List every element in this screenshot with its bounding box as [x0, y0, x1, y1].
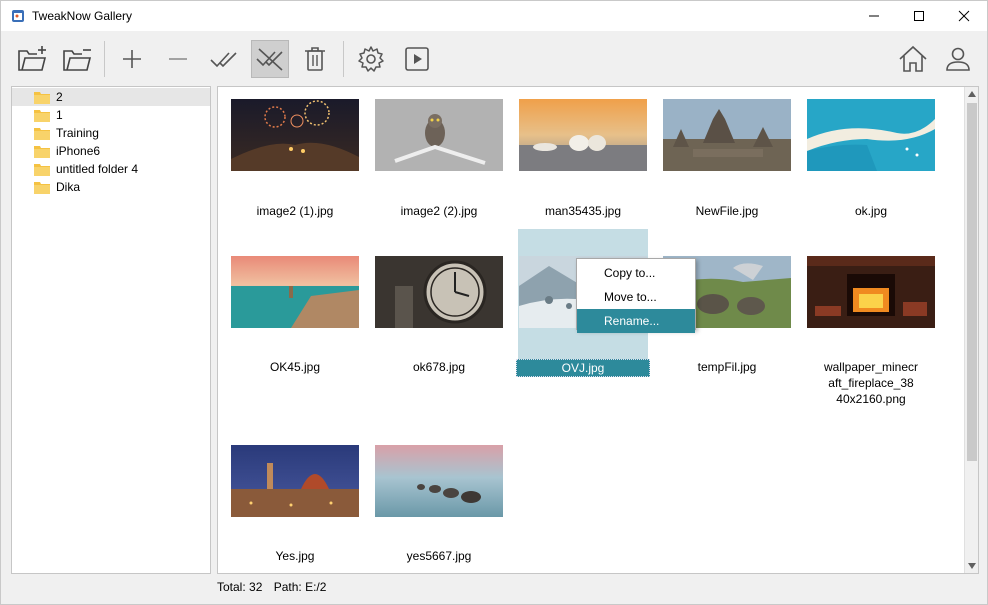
tree-item[interactable]: iPhone6 — [12, 142, 210, 160]
scroll-down-icon — [968, 563, 976, 569]
user-icon — [946, 47, 970, 71]
scroll-up-icon — [968, 91, 976, 97]
thumbnail-temple[interactable] — [663, 99, 791, 171]
add-button[interactable] — [113, 40, 151, 78]
folder-icon — [34, 163, 50, 176]
plus-icon — [123, 50, 141, 68]
context-menu: Copy to... Move to... Rename... — [576, 258, 696, 333]
trash-icon — [305, 47, 325, 71]
remove-folder-button[interactable] — [58, 40, 96, 78]
minus-icon — [169, 58, 187, 60]
tree-item-label: 1 — [56, 108, 63, 122]
tree-item-label: untitled folder 4 — [56, 162, 139, 176]
scrollbar-thumb[interactable] — [967, 103, 977, 461]
thumbnail-polar-bears[interactable] — [519, 99, 647, 171]
close-button[interactable] — [941, 1, 987, 31]
app-window: TweakNow Gallery 2 1 Training iPhone6 un… — [0, 0, 988, 605]
account-button[interactable] — [939, 40, 977, 78]
folder-icon — [34, 109, 50, 122]
maximize-icon — [914, 11, 924, 21]
tree-item[interactable]: untitled folder 4 — [12, 160, 210, 178]
thumbnail-caption-multiline: wallpaper_minecr aft_fireplace_38 40x216… — [804, 359, 938, 407]
thumbnail-caption: ok.jpg — [854, 204, 888, 218]
thumbnail-fireworks[interactable] — [231, 99, 359, 171]
select-all-button[interactable] — [205, 40, 243, 78]
thumbnail-caption: image2 (2).jpg — [400, 204, 478, 218]
thumbnail-caption[interactable]: OVJ.jpg — [516, 359, 650, 377]
tree-item-label: Training — [56, 126, 99, 140]
add-folder-button[interactable] — [13, 40, 51, 78]
thumbnail-coast[interactable] — [231, 256, 359, 328]
thumbnail-fireplace[interactable] — [807, 256, 935, 328]
context-menu-rename[interactable]: Rename... — [577, 309, 695, 333]
thumbnail-owl[interactable] — [375, 99, 503, 171]
folder-icon — [34, 181, 50, 194]
thumbnail-caption: NewFile.jpg — [695, 204, 759, 218]
tree-item[interactable]: 1 — [12, 106, 210, 124]
thumbnail-caption-line: wallpaper_minecr — [823, 360, 919, 374]
folder-minus-icon — [63, 49, 92, 71]
thumbnail-caption: image2 (1).jpg — [256, 204, 334, 218]
deselect-all-button[interactable] — [251, 40, 289, 78]
close-icon — [958, 10, 970, 22]
tree-item-label: Dika — [56, 180, 81, 194]
tree-item[interactable]: Dika — [12, 178, 210, 196]
minimize-icon — [869, 15, 879, 17]
tree-item-label: iPhone6 — [56, 144, 101, 158]
double-check-off-icon — [256, 48, 283, 71]
thumbnail-caption: Yes.jpg — [275, 549, 315, 563]
home-button[interactable] — [894, 40, 932, 78]
tree-item-label: 2 — [56, 90, 63, 104]
maximize-button[interactable] — [896, 1, 942, 31]
context-menu-copy[interactable]: Copy to... — [577, 261, 695, 285]
tree-item[interactable]: Training — [12, 124, 210, 142]
folder-plus-icon — [18, 46, 47, 71]
scroll-up-button[interactable] — [965, 87, 979, 101]
folder-tree: 2 1 Training iPhone6 untitled folder 4 D… — [11, 86, 211, 574]
gear-icon — [358, 46, 384, 72]
context-menu-move[interactable]: Move to... — [577, 285, 695, 309]
tree-item[interactable]: 2 — [12, 88, 210, 106]
delete-button[interactable] — [296, 40, 334, 78]
thumbnail-boulders[interactable] — [375, 445, 503, 517]
thumbnail-caption: yes5667.jpg — [406, 549, 472, 563]
folder-icon — [34, 145, 50, 158]
thumbnail-caption: tempFil.jpg — [697, 360, 757, 374]
thumbnail-florence[interactable] — [231, 445, 359, 517]
thumbnail-clock[interactable] — [375, 256, 503, 328]
folder-icon — [34, 127, 50, 140]
thumbnail-caption-line: 40x2160.png — [836, 392, 906, 406]
settings-button[interactable] — [352, 40, 390, 78]
play-icon — [405, 47, 429, 71]
thumbnail-caption: man35435.jpg — [544, 204, 622, 218]
vertical-scrollbar[interactable] — [964, 87, 978, 573]
thumbnail-caption-line: aft_fireplace_38 — [828, 376, 914, 390]
app-icon — [12, 10, 24, 22]
toolbar — [1, 31, 987, 85]
thumbnail-caption: OK45.jpg — [269, 360, 321, 374]
scroll-down-button[interactable] — [965, 559, 979, 573]
double-check-icon — [210, 52, 237, 68]
status-total: Total: 32 — [217, 580, 263, 594]
title-bar: TweakNow Gallery — [1, 1, 987, 31]
toolbar-separator — [343, 41, 344, 77]
toolbar-separator — [104, 41, 105, 77]
minimize-button[interactable] — [851, 1, 897, 31]
home-icon — [899, 45, 927, 72]
thumbnail-island[interactable] — [807, 99, 935, 171]
status-path: Path: E:/2 — [273, 580, 327, 594]
slideshow-button[interactable] — [398, 40, 436, 78]
status-bar: Total: 32 Path: E:/2 — [217, 580, 334, 594]
folder-icon — [34, 91, 50, 104]
window-title: TweakNow Gallery — [32, 9, 133, 23]
remove-button[interactable] — [159, 40, 197, 78]
thumbnail-caption: ok678.jpg — [412, 360, 466, 374]
